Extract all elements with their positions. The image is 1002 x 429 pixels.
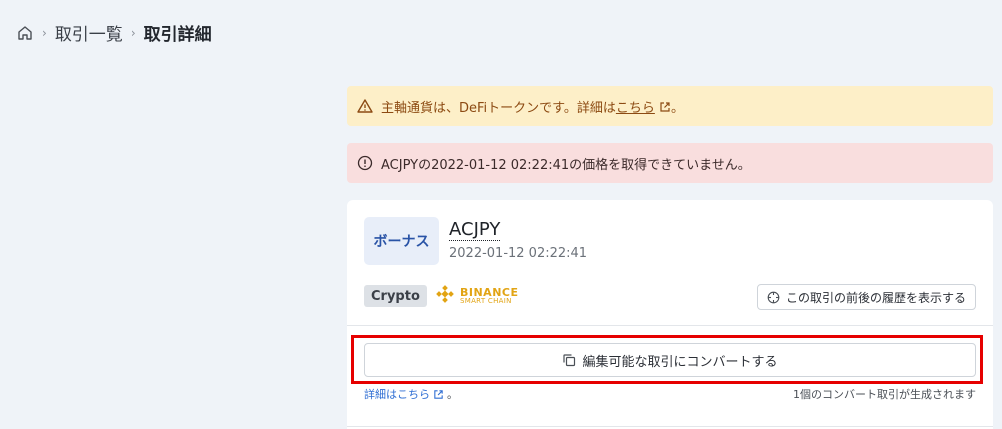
convert-to-editable-button[interactable]: 編集可能な取引にコンバートする (364, 343, 976, 377)
transaction-timestamp: 2022-01-12 02:22:41 (449, 246, 588, 261)
chevron-right-icon: › (130, 25, 136, 40)
warning-triangle-icon (357, 98, 373, 114)
binance-smart-chain-logo: BINANCE SMART CHAIN (435, 284, 519, 308)
chevron-right-icon: › (42, 25, 47, 40)
external-link-icon[interactable] (659, 101, 671, 113)
convert-detail-link[interactable]: 詳細はこちら 。 (364, 386, 458, 402)
transaction-type-badge: ボーナス (364, 217, 439, 265)
show-history-label: この取引の前後の履歴を表示する (785, 290, 966, 305)
currency-pair[interactable]: ACJPY (449, 220, 501, 241)
error-text: ACJPYの2022-01-12 02:22:41の価格を取得できていません。 (381, 157, 751, 173)
convert-detail-suffix: 。 (447, 388, 458, 401)
card-bottom-divider (347, 426, 993, 427)
convert-detail-link-text[interactable]: 詳細はこちら (364, 386, 430, 402)
bnb-wordmark-line2: SMART CHAIN (460, 297, 512, 305)
breadcrumb: › 取引一覧 › 取引詳細 (16, 20, 212, 45)
warning-text-suffix: 。 (671, 100, 685, 116)
show-history-button[interactable]: この取引の前後の履歴を表示する (756, 284, 976, 310)
warning-text-main: 主軸通貨は、DeFiトークンです。詳細は (381, 100, 616, 116)
crosshair-icon (767, 291, 780, 304)
breadcrumb-item-transactions[interactable]: 取引一覧 (55, 20, 123, 45)
convert-count-note: 1個のコンバート取引が生成されます (793, 388, 976, 401)
copy-icon (562, 353, 576, 367)
bnb-wordmark: BINANCE SMART CHAIN (460, 287, 519, 305)
bnb-icon (435, 284, 455, 308)
price-error-alert: ACJPYの2022-01-12 02:22:41の価格を取得できていません。 (347, 143, 993, 183)
breadcrumb-item-current: 取引詳細 (143, 25, 212, 45)
transaction-card: ボーナス ACJPY 2022-01-12 02:22:41 Crypto BI… (347, 200, 993, 429)
home-icon[interactable] (16, 24, 34, 42)
convert-button-label: 編集可能な取引にコンバートする (582, 353, 778, 369)
defi-warning-alert: 主軸通貨は、DeFiトークンです。詳細はこちら 。 (347, 86, 993, 126)
warning-text: 主軸通貨は、DeFiトークンです。詳細はこちら 。 (381, 97, 684, 116)
external-link-icon[interactable] (433, 389, 444, 400)
warning-detail-link[interactable]: こちら (616, 101, 655, 116)
crypto-tag: Crypto (364, 285, 427, 307)
error-circle-icon (357, 155, 373, 171)
card-divider (347, 325, 993, 326)
